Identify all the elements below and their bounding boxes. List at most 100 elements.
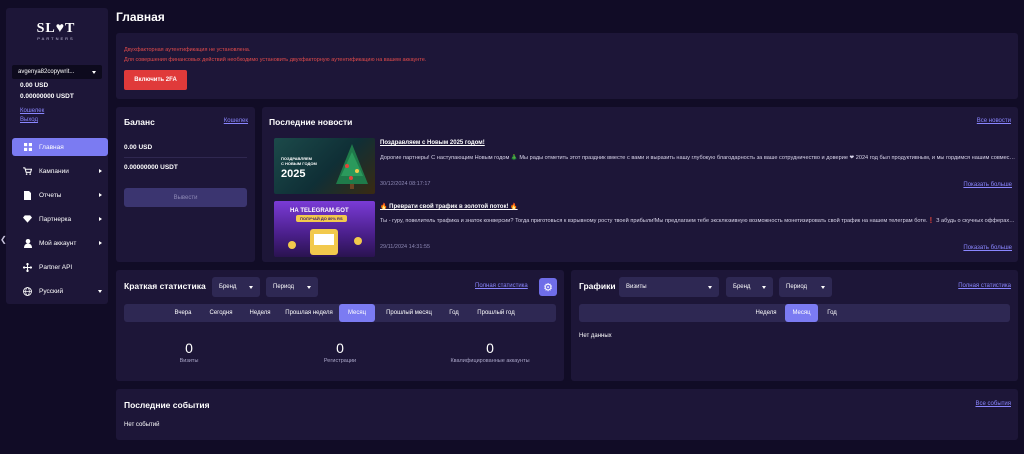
globe-icon — [23, 286, 32, 296]
tab-month[interactable]: Месяц — [339, 304, 375, 322]
logo-subtext: PARTNERS — [37, 36, 75, 41]
gear-icon: ⚙ — [543, 281, 553, 294]
news-item-title[interactable]: 🔥 Преврати свой трафик в золотой поток! … — [380, 203, 518, 210]
full-stats-link[interactable]: Полная статистика — [475, 283, 528, 289]
brand-dropdown[interactable]: Бренд — [212, 277, 260, 297]
balance-wallet-link[interactable]: Кошелек — [224, 118, 248, 124]
news-image-caption: НА TELEGRAM-БОТ — [290, 208, 349, 214]
tab-year[interactable]: Год — [821, 304, 843, 322]
alert-detail: Для совершения финансовых действий необх… — [124, 57, 427, 63]
chevron-down-icon — [249, 285, 253, 289]
news-image-badge: ПОЛУЧАЙ ДО 80% RS — [296, 215, 347, 222]
registrations-label: Регистрации — [323, 358, 357, 364]
chevron-down-icon — [708, 285, 712, 289]
chevron-down-icon — [762, 285, 766, 289]
events-panel: Последние события Все события Нет событи… — [116, 389, 1018, 440]
stats-period-tabs: Вчера Сегодня Неделя Прошлая неделя Меся… — [124, 304, 556, 322]
tab-year[interactable]: Год — [442, 304, 466, 322]
graphs-brand-dropdown[interactable]: Бренд — [726, 277, 773, 297]
tab-last-year[interactable]: Прошлый год — [470, 304, 522, 322]
news-item-title[interactable]: Поздравляем с Новым 2025 годом! — [380, 140, 485, 146]
no-events-text: Нет событий — [124, 422, 160, 428]
enable-2fa-button[interactable]: Включить 2FA — [124, 70, 187, 90]
metric-dropdown[interactable]: Визиты — [619, 277, 719, 297]
sidebar: SL♥T PARTNERS avgenya82copywrit... 0.00 … — [6, 8, 108, 304]
twofa-alert-panel: Двухфакторная аутентификация не установл… — [116, 33, 1018, 99]
tab-week[interactable]: Неделя — [242, 304, 278, 322]
tab-month[interactable]: Месяц — [785, 304, 818, 322]
sidebar-item-reports[interactable]: Отчеты — [12, 186, 108, 204]
news-show-more-link[interactable]: Показать больше — [963, 245, 1012, 251]
christmas-tree-icon — [336, 144, 368, 189]
sidebar-item-label: Отчеты — [39, 191, 62, 199]
all-events-link[interactable]: Все события — [975, 401, 1011, 407]
chevron-right-icon — [99, 169, 102, 173]
sidebar-item-label: Кампании — [39, 167, 69, 175]
graphs-period-tabs: Неделя Месяц Год — [579, 304, 1010, 322]
sidebar-item-account[interactable]: Мой аккаунт — [12, 234, 108, 252]
chevron-right-icon — [99, 193, 102, 197]
tab-last-week[interactable]: Прошлая неделя — [280, 304, 338, 322]
news-image[interactable]: ПОЗДРАВЛЯЕМ С НОВЫМ ГОДОМ 2025 — [274, 138, 375, 194]
chevron-down-icon — [821, 285, 825, 289]
short-stats-panel: Краткая статистика Бренд Период Полная с… — [116, 270, 564, 381]
news-show-more-link[interactable]: Показать больше — [963, 182, 1012, 188]
account-select[interactable]: avgenya82copywrit... — [12, 65, 102, 79]
visits-label: Визиты — [179, 358, 199, 364]
news-image[interactable]: НА TELEGRAM-БОТ ПОЛУЧАЙ ДО 80% RS — [274, 201, 375, 257]
chevron-down-icon — [98, 290, 102, 293]
sidebar-item-label: Главная — [39, 143, 64, 151]
alert-message: Двухфакторная аутентификация не установл… — [124, 47, 251, 53]
withdraw-button[interactable]: Вывести — [124, 188, 247, 207]
account-name: avgenya82copywrit... — [18, 69, 75, 75]
home-icon — [23, 143, 32, 152]
metric-dropdown-label: Визиты — [626, 284, 647, 290]
graphs-period-dropdown[interactable]: Период — [779, 277, 832, 297]
chevron-right-icon — [99, 241, 102, 245]
chevron-right-icon — [99, 217, 102, 221]
period-dropdown-label: Период — [786, 284, 808, 290]
brand-logo[interactable]: SL♥T PARTNERS — [26, 22, 86, 52]
events-title: Последние события — [124, 400, 210, 410]
logout-link[interactable]: Выход — [20, 117, 38, 123]
period-dropdown[interactable]: Период — [266, 277, 318, 297]
tab-today[interactable]: Сегодня — [202, 304, 240, 322]
chevron-down-icon — [307, 285, 311, 289]
slot-machine-icon — [288, 229, 362, 255]
brand-dropdown-label: Бренд — [733, 284, 751, 290]
graphs-full-stats-link[interactable]: Полная статистика — [958, 283, 1011, 289]
language-select[interactable]: Русский — [12, 282, 108, 300]
collapse-sidebar-icon[interactable]: ❮ — [0, 235, 7, 244]
tab-yesterday[interactable]: Вчера — [166, 304, 200, 322]
sidebar-item-api[interactable]: Partner API — [12, 258, 108, 276]
sidebar-item-label: Партнерка — [39, 215, 72, 223]
settings-button[interactable]: ⚙ — [539, 278, 557, 296]
api-icon — [23, 262, 32, 272]
sidebar-item-label: Partner API — [39, 263, 73, 271]
sidebar-item-campaigns[interactable]: Кампании — [12, 162, 108, 180]
graphs-panel: Графики Визиты Бренд Период Полная стати… — [571, 270, 1018, 381]
news-panel: Последние новости Все новости ПОЗДРАВЛЯЕ… — [262, 107, 1018, 262]
tab-last-month[interactable]: Прошлый месяц — [380, 304, 438, 322]
news-item-body: Ты - гуру, повелитель трафика и знаток к… — [380, 218, 1016, 224]
sidebar-item-partner[interactable]: Партнерка — [12, 210, 108, 228]
news-title: Последние новости — [269, 117, 353, 127]
wallet-link[interactable]: Кошелек — [20, 108, 44, 114]
diamond-icon — [23, 215, 32, 224]
news-item-body: Дорогие партнеры! С наступающим Новым го… — [380, 155, 1016, 161]
balance-usdt: 0.00000000 USDT — [124, 164, 178, 171]
sidebar-item-home[interactable]: Главная — [12, 138, 108, 156]
balance-usd: 0.00 USD — [124, 144, 153, 151]
visits-value: 0 — [185, 340, 193, 356]
balance-panel: Баланс Кошелек 0.00 USD 0.00000000 USDT … — [116, 107, 255, 262]
logo-text: SL♥T — [36, 21, 76, 36]
news-item-date: 30/12/2024 08:17:17 — [380, 181, 431, 187]
qualified-accounts-label: Квалифицированные аккаунты — [450, 358, 530, 364]
registrations-value: 0 — [336, 340, 344, 356]
brand-dropdown-label: Бренд — [219, 284, 237, 290]
news-image-caption: С НОВЫМ ГОДОМ — [281, 161, 317, 166]
tab-week[interactable]: Неделя — [749, 304, 783, 322]
news-image-year: 2025 — [281, 168, 306, 180]
stats-title: Краткая статистика — [124, 281, 206, 291]
all-news-link[interactable]: Все новости — [977, 118, 1011, 124]
